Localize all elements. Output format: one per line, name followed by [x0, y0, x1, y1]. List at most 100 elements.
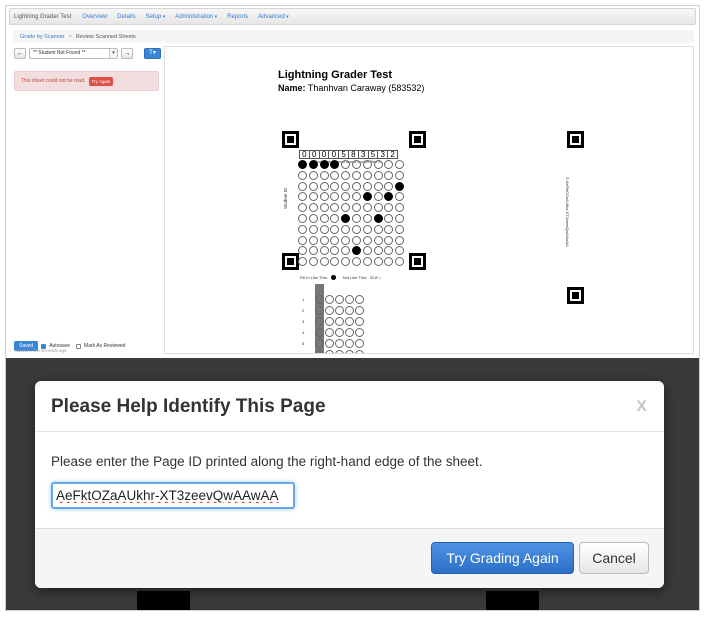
answer-bubble — [395, 192, 405, 202]
answer-bubble — [395, 235, 405, 245]
fill-like-label: Fill In Like This: — [300, 275, 328, 280]
answer-bubble — [319, 203, 329, 213]
answer-bubble — [395, 224, 405, 234]
answer-bubble — [308, 160, 318, 169]
student-id-digit: 2 — [387, 150, 398, 159]
answer-bubble — [384, 181, 394, 191]
next-sheet-button[interactable]: → — [121, 48, 133, 59]
answer-bubble — [315, 306, 324, 315]
answer-bubble — [362, 246, 372, 256]
answer-bubble — [362, 257, 372, 267]
answer-bubble — [352, 181, 361, 191]
close-icon[interactable]: x — [636, 395, 647, 417]
question-number: 2 — [302, 308, 305, 313]
answer-bubble — [341, 224, 351, 234]
answer-bubble — [362, 181, 372, 191]
answer-bubble — [308, 181, 318, 191]
answer-bubble — [325, 306, 334, 315]
modal-prompt: Please enter the Page ID printed along t… — [51, 454, 483, 469]
modal-footer: Try Grading Again Cancel — [35, 528, 664, 588]
try-grading-again-button[interactable]: Try Grading Again — [431, 542, 574, 574]
registration-mark-icon — [409, 253, 426, 270]
answer-bubble — [384, 246, 394, 256]
answer-bubble — [325, 339, 334, 348]
answer-bubble — [373, 235, 383, 245]
nav-administration[interactable]: Administration — [170, 14, 222, 20]
answer-bubble — [341, 214, 351, 223]
nav-reports[interactable]: Reports — [222, 14, 253, 20]
registration-mark-icon — [282, 131, 299, 148]
answer-bubble — [395, 160, 405, 169]
answer-bubble — [384, 192, 394, 202]
modal-title: Please Help Identify This Page — [51, 396, 326, 417]
modal-header: Please Help Identify This Page x — [35, 381, 664, 432]
answer-bubble — [341, 192, 351, 202]
answer-bubble — [355, 317, 364, 326]
not-like-label: Not Like This: — [342, 275, 368, 280]
error-alert: This sheet could not be read. Try Again — [14, 71, 159, 91]
answer-bubble — [330, 181, 340, 191]
page-id-input[interactable] — [51, 482, 295, 509]
answer-bubble — [345, 339, 354, 348]
nav-setup[interactable]: Setup — [141, 14, 171, 20]
question-number: 5 — [302, 341, 305, 346]
brand-link[interactable]: Lightning Grader Test — [10, 14, 77, 20]
nav-advanced[interactable]: Advanced — [253, 14, 294, 20]
answer-bubble — [341, 246, 351, 256]
student-select[interactable]: ** Student Not Found ** ▾ — [29, 48, 118, 59]
answer-bubble — [330, 170, 340, 180]
answer-bubble — [315, 339, 324, 348]
question-number: 6 — [302, 352, 304, 353]
answer-bubble — [330, 192, 340, 202]
try-again-button[interactable]: Try Again — [88, 76, 114, 86]
identify-page-modal: Please Help Identify This Page x Please … — [35, 381, 664, 588]
background-mark — [486, 591, 539, 610]
nav-details[interactable]: Details — [112, 14, 140, 20]
answer-bubble — [345, 317, 354, 326]
answer-bubble — [335, 339, 344, 348]
answer-bubble — [308, 224, 318, 234]
answer-bubble — [395, 181, 405, 191]
student-id-label: Student ID — [283, 187, 288, 209]
breadcrumb-parent[interactable]: Grade by Scanner — [20, 34, 65, 40]
answer-bubble — [319, 224, 329, 234]
answer-bubble — [352, 160, 361, 169]
fill-hint: Fill In Like This: Not Like This: ☒ Ø ○ — [300, 275, 381, 280]
answer-bubble — [373, 203, 383, 213]
answer-bubble — [319, 235, 329, 245]
modal-body: Please enter the Page ID printed along t… — [35, 433, 664, 528]
answer-bubble — [298, 224, 307, 234]
answer-bubble — [308, 170, 318, 180]
answer-bubble — [298, 246, 307, 256]
answer-bubble — [362, 170, 372, 180]
answer-bubble — [335, 306, 344, 315]
cancel-button[interactable]: Cancel — [579, 542, 649, 574]
registration-mark-icon — [567, 131, 584, 148]
answer-bubble — [395, 170, 405, 180]
answer-bubble — [373, 192, 383, 202]
prev-sheet-button[interactable]: ← — [14, 48, 26, 59]
answer-bubble — [315, 328, 324, 337]
answer-bubble — [319, 160, 329, 169]
filter-label: T — [149, 50, 153, 56]
answer-bubble — [330, 203, 340, 213]
answer-bubble — [308, 246, 318, 256]
screenshot-frame: Lightning Grader Test Overview Details S… — [0, 0, 706, 619]
answer-bubble — [335, 350, 344, 353]
answer-bubble — [298, 203, 307, 213]
breadcrumb-separator: > — [68, 33, 72, 40]
filter-button[interactable]: T▾ — [144, 48, 161, 59]
answer-bubble — [384, 224, 394, 234]
answer-bubble — [341, 203, 351, 213]
answer-bubble — [362, 235, 372, 245]
answer-bubble — [362, 214, 372, 223]
answer-bubble — [298, 235, 307, 245]
answer-bubble — [384, 214, 394, 223]
answer-bubble — [308, 257, 318, 267]
answer-bubble — [315, 317, 324, 326]
mark-reviewed-checkbox[interactable] — [76, 343, 82, 349]
answer-bubble — [308, 214, 318, 223]
answer-bubble — [355, 350, 364, 353]
nav-overview[interactable]: Overview — [77, 14, 112, 20]
sheet-controls: ← ** Student Not Found ** ▾ → T▾ — [14, 48, 161, 59]
